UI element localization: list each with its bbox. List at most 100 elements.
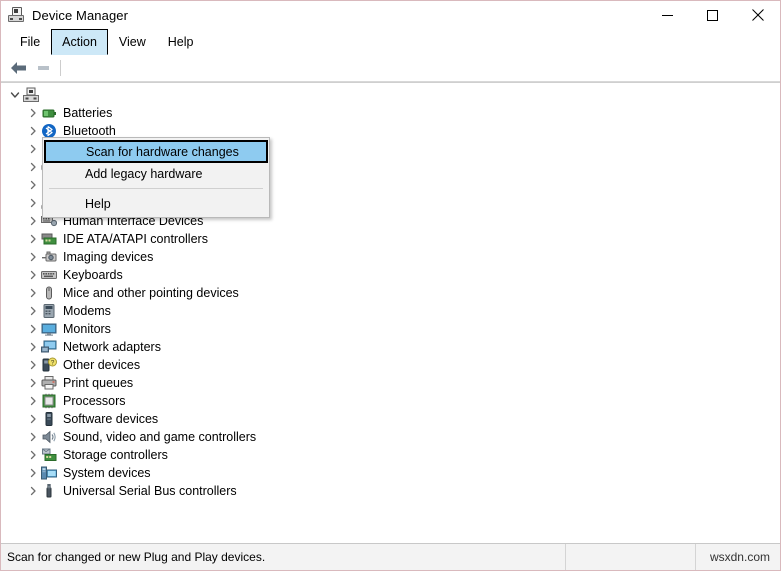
tree-item-ide-controllers[interactable]: IDE ATA/ATAPI controllers: [1, 230, 780, 248]
tree-item-label: IDE ATA/ATAPI controllers: [63, 232, 208, 246]
tree-item-software-devices[interactable]: Software devices: [1, 410, 780, 428]
tree-item-usb-controllers[interactable]: Universal Serial Bus controllers: [1, 482, 780, 500]
tree-item-processors[interactable]: Processors: [1, 392, 780, 410]
tree-item-keyboards[interactable]: Keyboards: [1, 266, 780, 284]
tree-item-network-adapters[interactable]: Network adapters: [1, 338, 780, 356]
chevron-right-icon[interactable]: [25, 375, 41, 391]
tree-item-label: Mice and other pointing devices: [63, 286, 239, 300]
tree-item-label: Batteries: [63, 106, 113, 120]
usb-controller-icon: [41, 483, 57, 499]
close-icon[interactable]: [735, 1, 780, 29]
tree-root-node[interactable]: [1, 86, 780, 104]
processor-icon: [41, 393, 57, 409]
system-device-icon: [41, 465, 57, 481]
chevron-right-icon[interactable]: [25, 123, 41, 139]
chevron-right-icon[interactable]: [25, 447, 41, 463]
tree-item-print-queues[interactable]: Print queues: [1, 374, 780, 392]
chevron-right-icon[interactable]: [25, 105, 41, 121]
menu-item-scan-for-hardware-changes[interactable]: Scan for hardware changes: [44, 140, 268, 163]
menu-action[interactable]: Action: [51, 29, 108, 55]
window-controls: [645, 1, 780, 29]
tree-item-batteries[interactable]: Batteries: [1, 104, 780, 122]
tree-item-modems[interactable]: Modems: [1, 302, 780, 320]
tree-item-label: Sound, video and game controllers: [63, 430, 257, 444]
modem-icon: [41, 303, 57, 319]
tree-item-label: Processors: [63, 394, 126, 408]
menu-item-help[interactable]: Help: [45, 193, 267, 214]
tree-item-label: Storage controllers: [63, 448, 168, 462]
device-manager-icon: [8, 7, 24, 23]
menu-help[interactable]: Help: [157, 29, 205, 55]
software-device-icon: [41, 411, 57, 427]
chevron-right-icon[interactable]: [25, 303, 41, 319]
watermark: wsxdn.com: [709, 550, 770, 564]
window-title: Device Manager: [32, 7, 129, 23]
tree-item-label: Imaging devices: [63, 250, 154, 264]
chevron-right-icon[interactable]: [25, 285, 41, 301]
chevron-right-icon[interactable]: [25, 159, 41, 175]
menu-item-add-legacy-hardware[interactable]: Add legacy hardware: [45, 163, 267, 184]
tree-item-label: Universal Serial Bus controllers: [63, 484, 237, 498]
chevron-right-icon[interactable]: [25, 267, 41, 283]
other-device-icon: ?: [41, 357, 57, 373]
device-manager-window: Device Manager File Action View Help Bat…: [0, 0, 781, 571]
status-bar: Scan for changed or new Plug and Play de…: [1, 543, 780, 570]
printer-icon: [41, 375, 57, 391]
status-middle-pane: [566, 544, 696, 570]
content-area: Batteries Bluetooth Human Interface Devi…: [1, 82, 780, 543]
tree-item-storage-controllers[interactable]: Storage controllers: [1, 446, 780, 464]
chevron-right-icon[interactable]: [25, 393, 41, 409]
chevron-right-icon[interactable]: [25, 339, 41, 355]
minimize-icon[interactable]: [645, 1, 690, 29]
chevron-down-icon[interactable]: [7, 87, 23, 103]
tree-item-label: Other devices: [63, 358, 141, 372]
forward-arrow-icon[interactable]: [31, 57, 57, 79]
chevron-right-icon[interactable]: [25, 429, 41, 445]
tree-item-label: Print queues: [63, 376, 134, 390]
tree-item-label: Keyboards: [63, 268, 123, 282]
tree-item-monitors[interactable]: Monitors: [1, 320, 780, 338]
mouse-icon: [41, 285, 57, 301]
chevron-right-icon[interactable]: [25, 411, 41, 427]
menu-separator: [49, 188, 263, 189]
status-message: Scan for changed or new Plug and Play de…: [1, 544, 566, 570]
tree-item-label: System devices: [63, 466, 151, 480]
chevron-right-icon[interactable]: [25, 177, 41, 193]
chevron-right-icon[interactable]: [25, 231, 41, 247]
menu-file[interactable]: File: [9, 29, 51, 55]
svg-text:?: ?: [51, 360, 55, 367]
storage-controller-icon: [41, 447, 57, 463]
maximize-icon[interactable]: [690, 1, 735, 29]
ide-controller-icon: [41, 231, 57, 247]
chevron-right-icon[interactable]: [25, 141, 41, 157]
tree-item-mice[interactable]: Mice and other pointing devices: [1, 284, 780, 302]
tree-item-other-devices[interactable]: ? Other devices: [1, 356, 780, 374]
chevron-right-icon[interactable]: [25, 249, 41, 265]
battery-icon: [41, 105, 57, 121]
menu-bar: File Action View Help: [1, 29, 780, 55]
chevron-right-icon[interactable]: [25, 483, 41, 499]
keyboard-icon: [41, 267, 57, 283]
toolbar: [1, 55, 780, 82]
monitor-icon: [41, 321, 57, 337]
back-arrow-icon[interactable]: [5, 57, 31, 79]
action-menu-dropdown[interactable]: Scan for hardware changes Add legacy har…: [42, 137, 270, 218]
tree-item-system-devices[interactable]: System devices: [1, 464, 780, 482]
tree-item-label: Monitors: [63, 322, 111, 336]
chevron-right-icon[interactable]: [25, 213, 41, 229]
computer-root-icon: [23, 87, 39, 103]
network-adapter-icon: [41, 339, 57, 355]
title-bar: Device Manager: [1, 1, 780, 29]
tree-item-imaging-devices[interactable]: Imaging devices: [1, 248, 780, 266]
toolbar-separator: [60, 60, 61, 76]
chevron-right-icon[interactable]: [25, 357, 41, 373]
tree-item-label: Modems: [63, 304, 111, 318]
chevron-right-icon[interactable]: [25, 195, 41, 211]
imaging-device-icon: [41, 249, 57, 265]
chevron-right-icon[interactable]: [25, 321, 41, 337]
menu-view[interactable]: View: [108, 29, 157, 55]
tree-item-label: Network adapters: [63, 340, 161, 354]
tree-item-sound-controllers[interactable]: Sound, video and game controllers: [1, 428, 780, 446]
sound-controller-icon: [41, 429, 57, 445]
chevron-right-icon[interactable]: [25, 465, 41, 481]
